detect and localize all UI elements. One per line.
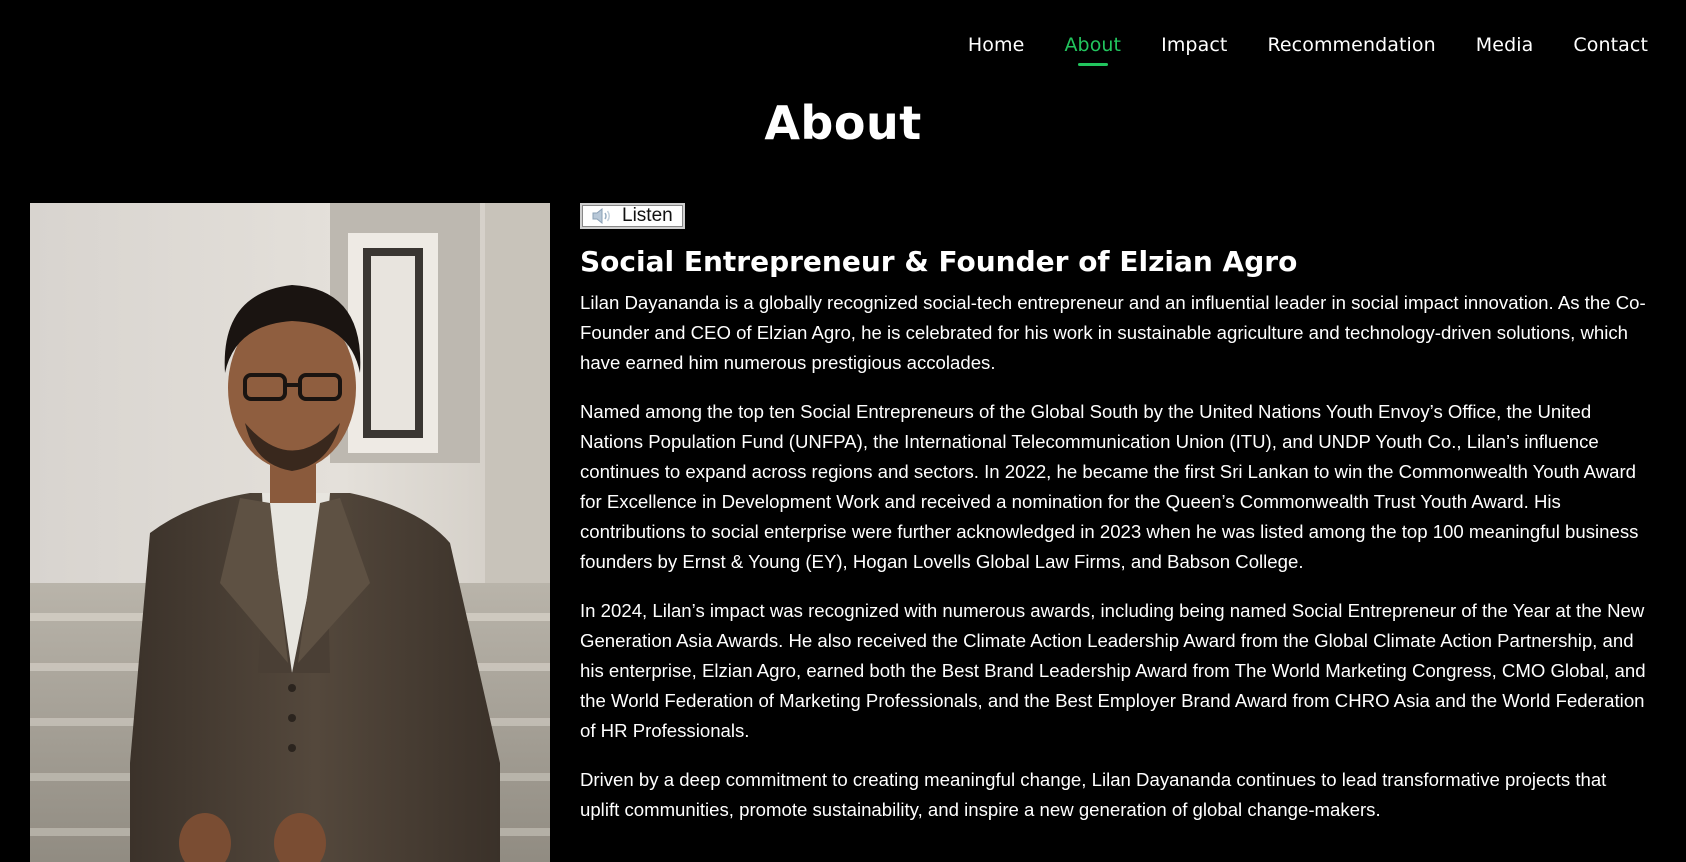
section-heading: Social Entrepreneur & Founder of Elzian … [580, 245, 1298, 278]
listen-button[interactable]: Listen [580, 203, 685, 229]
about-page: Home About Impact Recommendation Media C… [0, 0, 1686, 862]
nav-recommendation-link[interactable]: Recommendation [1267, 34, 1435, 66]
portrait-photo [30, 203, 550, 862]
nav-home-link[interactable]: Home [968, 34, 1025, 66]
bio-paragraph: Named among the top ten Social Entrepren… [580, 401, 1639, 572]
page-title: About [764, 96, 922, 150]
nav-impact-link[interactable]: Impact [1161, 34, 1227, 66]
portrait-illustration [30, 203, 550, 862]
speaker-icon [592, 208, 612, 224]
bio-paragraph: Lilan Dayananda is a globally recognized… [580, 292, 1646, 373]
nav-media-link[interactable]: Media [1476, 34, 1534, 66]
nav-contact-link[interactable]: Contact [1573, 34, 1648, 66]
bio-paragraph: Driven by a deep commitment to creating … [580, 769, 1607, 820]
about-content: Listen Social Entrepreneur & Founder of … [580, 203, 1650, 844]
bio-paragraph: In 2024, Lilan’s impact was recognized w… [580, 600, 1646, 741]
listen-label: Listen [622, 205, 673, 226]
main-nav: Home About Impact Recommendation Media C… [968, 34, 1648, 66]
nav-about-link[interactable]: About [1064, 34, 1121, 66]
